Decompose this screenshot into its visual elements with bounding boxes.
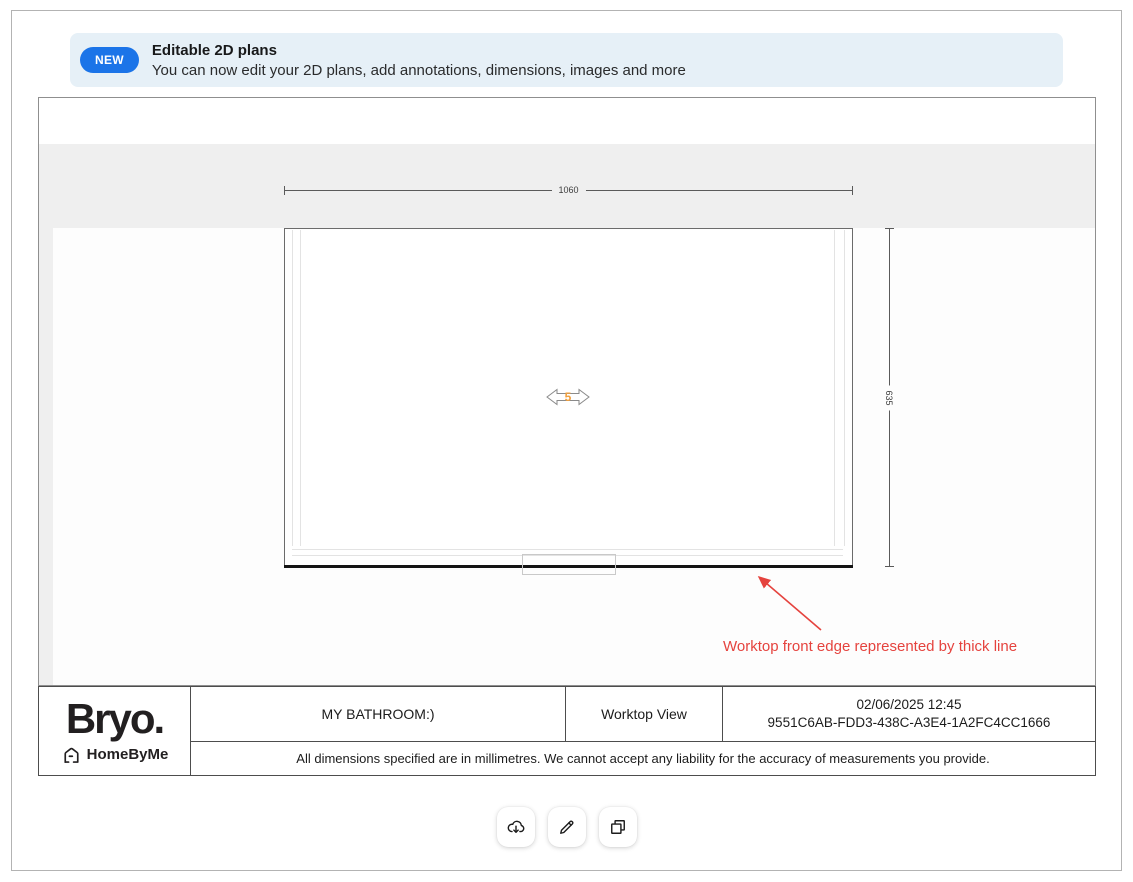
brand-logo: Bryo. — [66, 698, 163, 740]
download-button[interactable] — [497, 807, 535, 847]
duplicate-button[interactable] — [599, 807, 637, 847]
banner-title: Editable 2D plans — [152, 42, 686, 59]
width-dimension-line[interactable]: 1060 — [284, 190, 853, 191]
cloud-download-icon — [506, 817, 526, 837]
export-toolbar — [497, 807, 637, 847]
view-name-cell: Worktop View — [566, 687, 723, 742]
logo-cell: Bryo. HomeByMe — [39, 687, 191, 775]
disclaimer-cell: All dimensions specified are in millimet… — [191, 742, 1095, 775]
height-dimension-line[interactable]: 635 — [889, 228, 890, 567]
homebyme-house-icon — [61, 745, 82, 765]
handle-value: 5 — [565, 390, 572, 404]
plan-export-page: NEW Editable 2D plans You can now edit y… — [0, 0, 1133, 882]
worktop-bottom-marker-rect — [522, 554, 616, 575]
height-dimension-label: 635 — [884, 385, 894, 410]
project-name-cell: MY BATHROOM:) — [191, 687, 566, 742]
pencil-icon — [557, 817, 577, 837]
banner-subtitle: You can now edit your 2D plans, add anno… — [152, 62, 686, 79]
new-feature-banner: NEW Editable 2D plans You can now edit y… — [70, 33, 1063, 87]
brand-row: HomeByMe — [61, 745, 169, 765]
duplicate-icon — [608, 817, 628, 837]
width-dimension-label: 1060 — [551, 185, 585, 195]
double-arrow-icon: 5 — [546, 386, 590, 408]
worktop-inner-line-left-2 — [300, 230, 301, 546]
worktop-inner-line-left-1 — [292, 230, 293, 546]
timestamp: 02/06/2025 12:45 — [856, 696, 961, 714]
worktop-inner-line-bottom-1 — [292, 549, 843, 550]
new-badge: NEW — [80, 47, 139, 73]
timestamp-cell: 02/06/2025 12:45 9551C6AB-FDD3-438C-A3E4… — [723, 687, 1095, 742]
worktop-inner-line-right-2 — [844, 230, 845, 546]
brand-name: HomeByMe — [87, 746, 169, 763]
plan-canvas[interactable]: 1060 635 5 Worktop front edge represente… — [38, 97, 1096, 686]
annotation-arrow[interactable] — [739, 568, 869, 640]
worktop-inner-line-right-1 — [834, 230, 835, 546]
document-id: 9551C6AB-FDD3-438C-A3E4-1A2FC4CC1666 — [768, 714, 1051, 732]
annotation-label[interactable]: Worktop front edge represented by thick … — [723, 638, 1083, 655]
banner-text: Editable 2D plans You can now edit your … — [152, 42, 686, 79]
title-block: Bryo. HomeByMe MY BATHROOM:) Worktop Vie… — [38, 686, 1096, 776]
edit-button[interactable] — [548, 807, 586, 847]
resize-handle[interactable]: 5 — [546, 386, 590, 408]
